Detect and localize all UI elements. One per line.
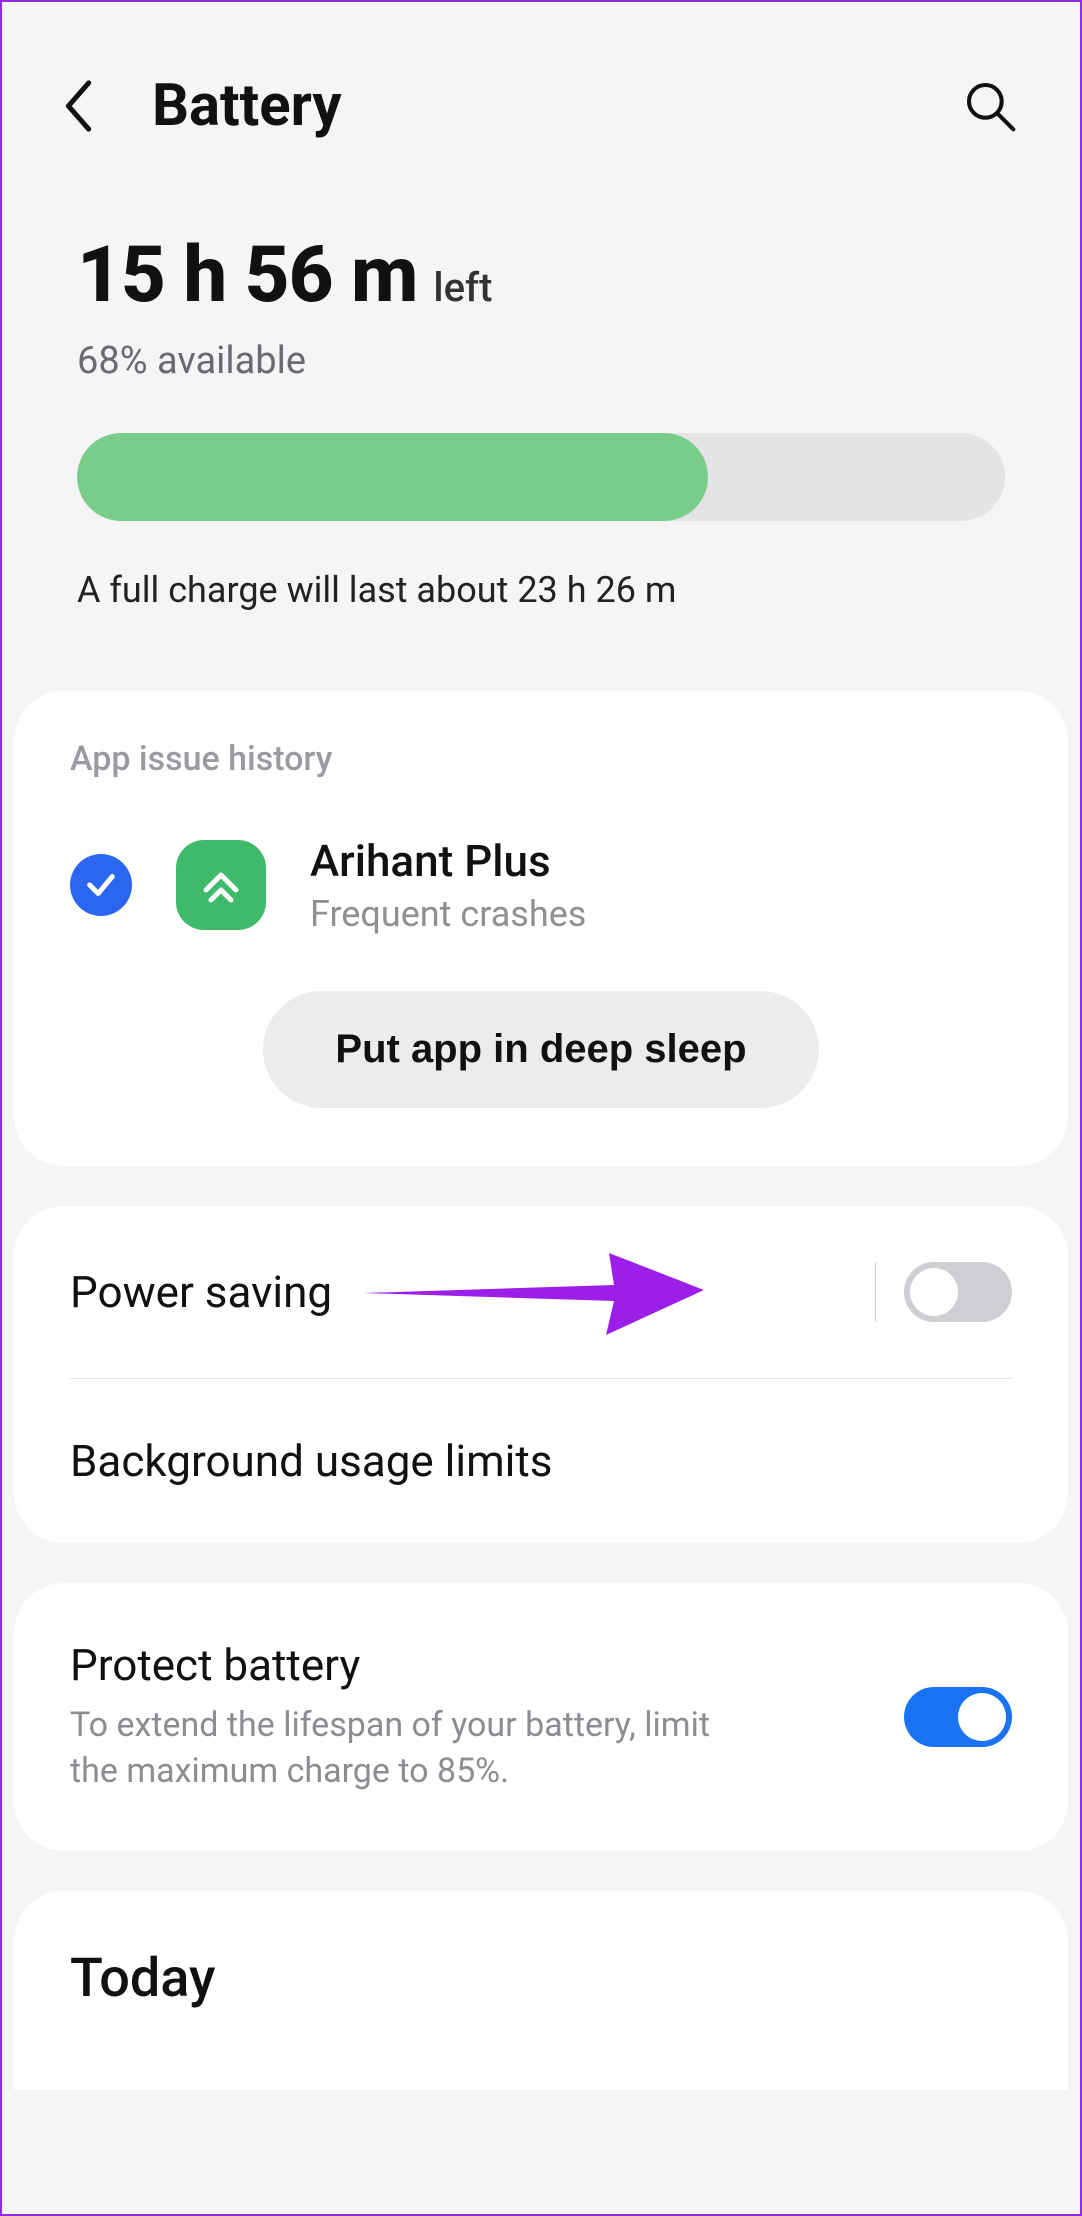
app-issue-section-label: App issue history [70, 739, 1012, 779]
power-saving-toggle[interactable] [904, 1262, 1012, 1322]
power-settings-card: Power saving Background usage limits [14, 1206, 1068, 1543]
today-card: Today [14, 1891, 1068, 2090]
page-title: Battery [152, 72, 960, 140]
protect-battery-row[interactable]: Protect battery To extend the lifespan o… [14, 1583, 1068, 1851]
header-bar: Battery [2, 2, 1080, 170]
search-icon[interactable] [960, 76, 1020, 136]
power-saving-label: Power saving [70, 1266, 847, 1318]
battery-available: 68% available [77, 339, 1005, 383]
app-issue-description: Frequent crashes [310, 893, 586, 935]
time-remaining-suffix: left [433, 264, 492, 311]
back-icon[interactable] [62, 76, 122, 136]
toggle-separator [875, 1262, 876, 1322]
power-saving-row[interactable]: Power saving [14, 1206, 1068, 1378]
battery-bar[interactable] [77, 433, 1005, 521]
full-charge-estimate: A full charge will last about 23 h 26 m [77, 569, 1005, 611]
app-name: Arihant Plus [310, 835, 586, 887]
protect-battery-toggle[interactable] [904, 1687, 1012, 1747]
today-title: Today [70, 1947, 1012, 2010]
battery-bar-fill [77, 433, 708, 521]
app-issue-row[interactable]: Arihant Plus Frequent crashes [70, 835, 1012, 935]
deep-sleep-button[interactable]: Put app in deep sleep [263, 991, 818, 1108]
time-remaining: 15 h 56 m left [77, 230, 1005, 321]
protect-battery-description: To extend the lifespan of your battery, … [70, 1703, 750, 1795]
background-usage-label: Background usage limits [70, 1435, 1012, 1487]
app-issue-card: App issue history Arihant Plus Frequent … [14, 691, 1068, 1166]
check-icon [70, 854, 132, 916]
background-usage-row[interactable]: Background usage limits [14, 1379, 1068, 1543]
battery-summary: 15 h 56 m left 68% available A full char… [2, 170, 1080, 651]
protect-battery-card: Protect battery To extend the lifespan o… [14, 1583, 1068, 1851]
time-remaining-value: 15 h 56 m [77, 230, 417, 321]
protect-battery-label: Protect battery [70, 1639, 904, 1691]
app-icon [176, 840, 266, 930]
